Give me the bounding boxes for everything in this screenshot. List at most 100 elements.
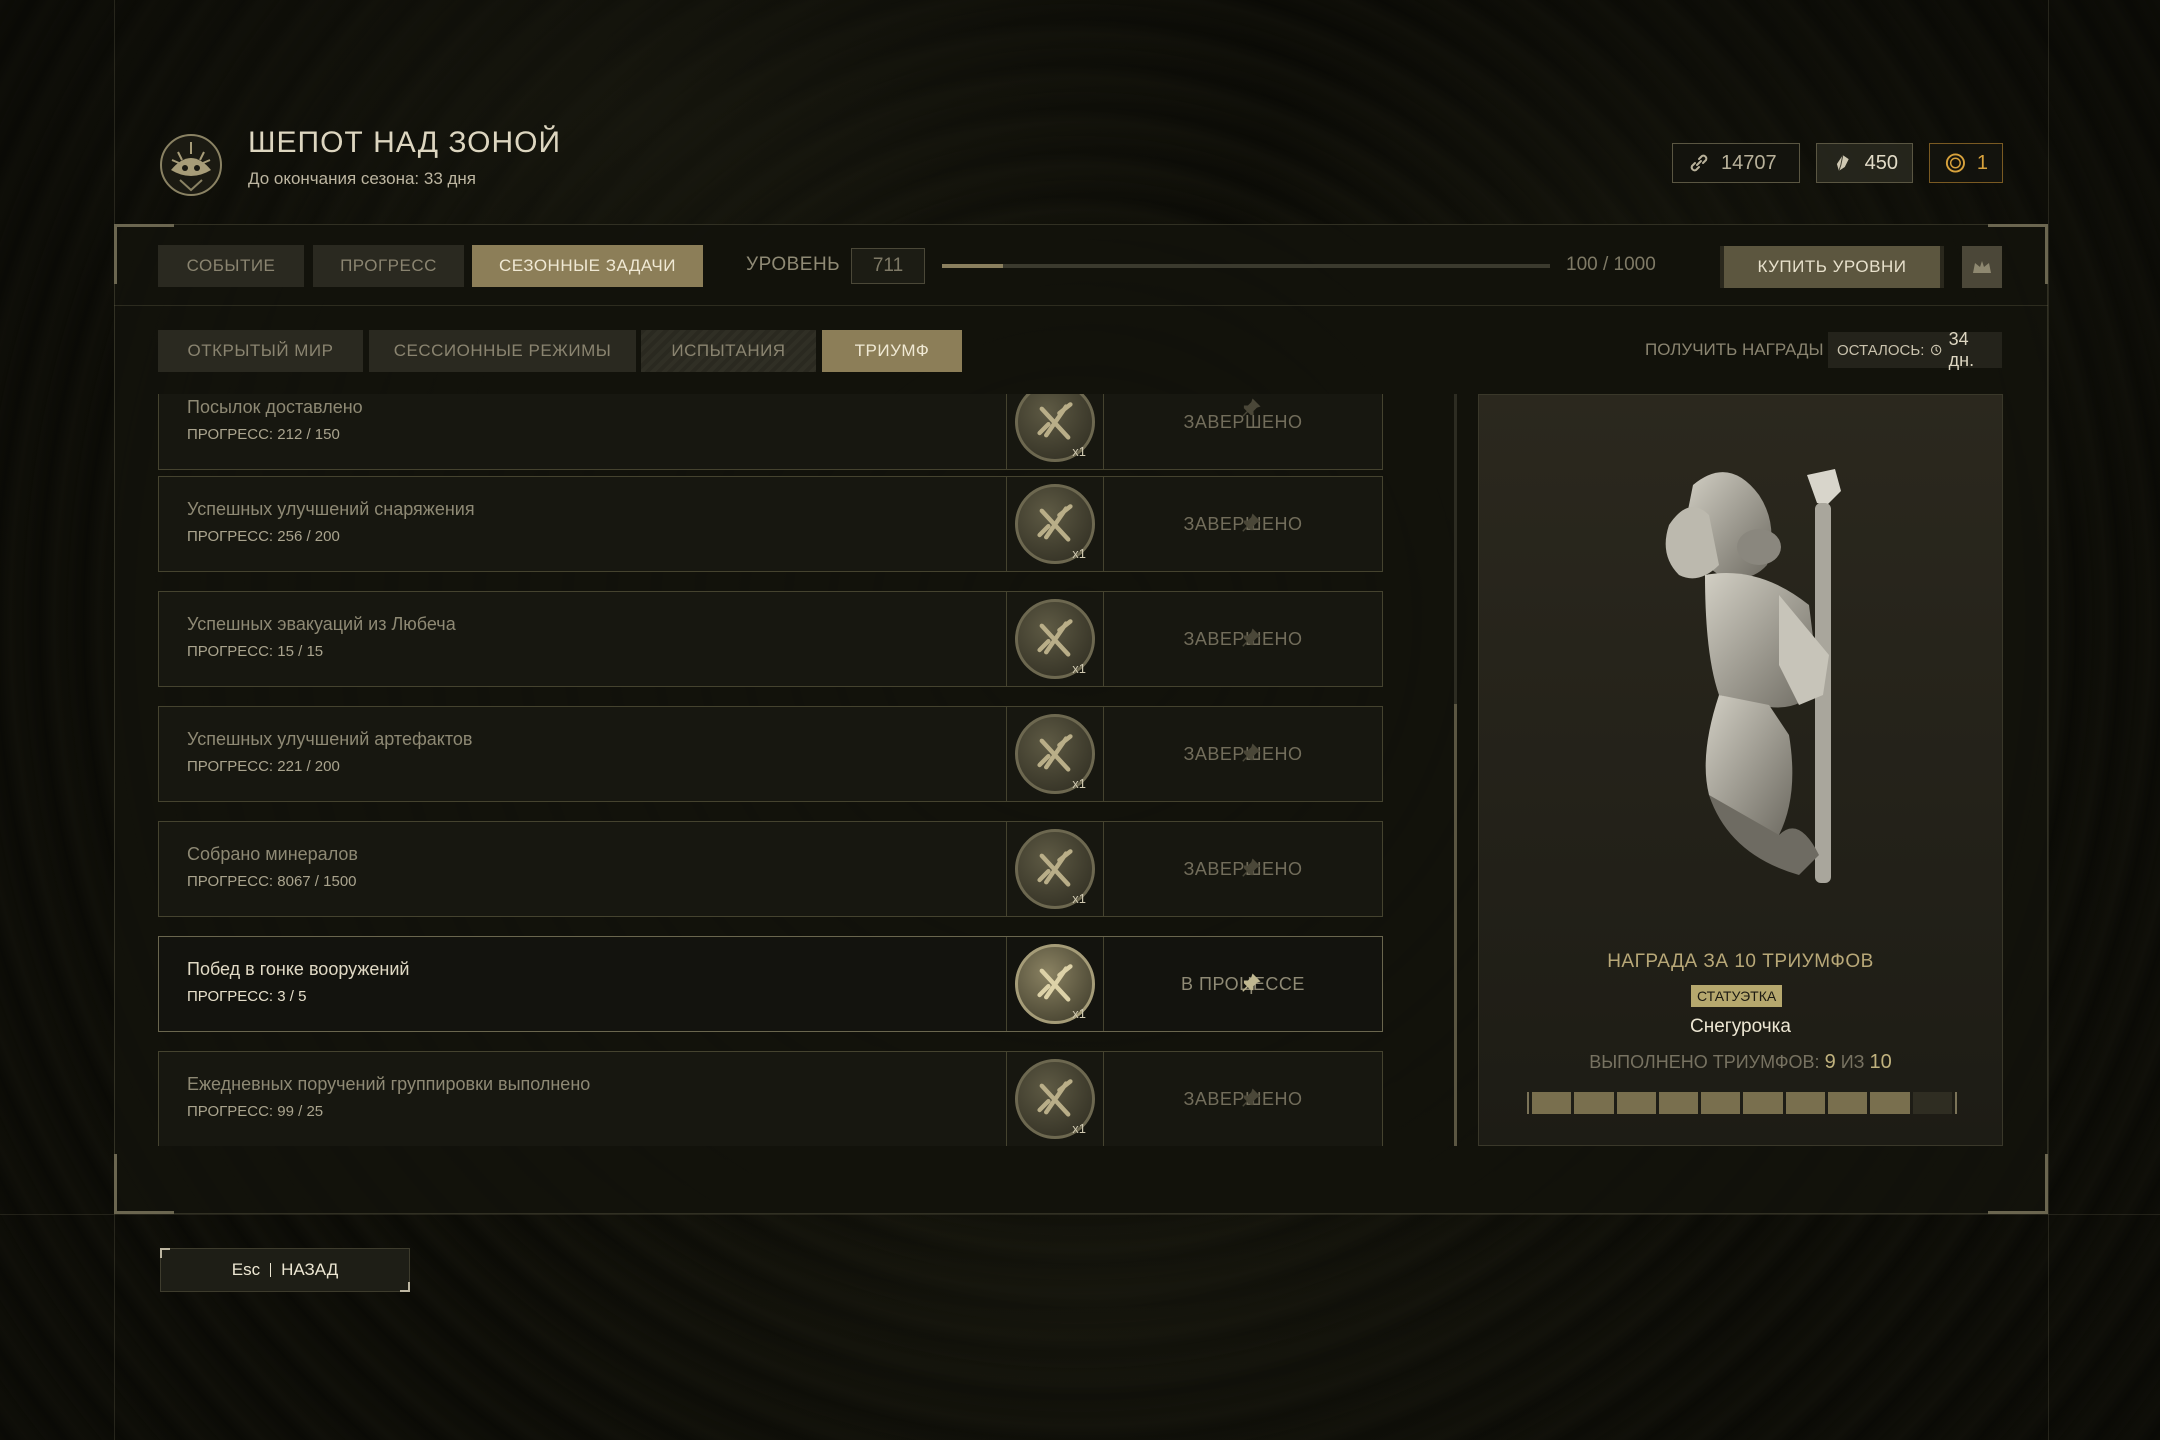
triumph-segment [1658, 1092, 1699, 1114]
currency-coin[interactable]: 1 [1929, 143, 2003, 183]
remaining-value: 34 дн. [1948, 329, 1975, 370]
panel-corner [114, 1154, 174, 1214]
reward-medal-icon: x1 [1015, 394, 1095, 462]
reward-type-badge: СТАТУЭТКА [1691, 985, 1783, 1007]
frame-line [2048, 0, 2049, 1440]
task-reward[interactable]: x1 [1006, 707, 1104, 801]
currency-link[interactable]: 14707 [1672, 143, 1800, 183]
task-progress: ПРОГРЕСС: 256 / 200 [187, 528, 340, 545]
task-name: Ежедневных поручений группировки выполне… [187, 1074, 591, 1094]
task-progress: ПРОГРЕСС: 3 / 5 [187, 988, 307, 1005]
pin-icon[interactable] [1240, 512, 1262, 534]
reward-card: НАГРАДА ЗА 10 ТРИУМФОВ СТАТУЭТКА Снегуро… [1478, 394, 2003, 1146]
task-reward[interactable]: x1 [1006, 477, 1104, 571]
remaining-label: ОСТАЛОСЬ: [1837, 341, 1925, 359]
subtab-triumph[interactable]: ТРИУМФ [822, 330, 962, 372]
subtab-open-world[interactable]: ОТКРЫТЫЙ МИР [158, 330, 363, 372]
task-row[interactable]: Успешных улучшений снаряжения ПРОГРЕСС: … [158, 476, 1383, 572]
task-reward[interactable]: x1 [1006, 822, 1104, 916]
task-row[interactable]: Собрано минералов ПРОГРЕСС: 8067 / 1500 … [158, 821, 1383, 917]
pin-icon[interactable] [1240, 742, 1262, 764]
separator [270, 1263, 272, 1277]
task-row[interactable]: Успешных эвакуаций из Любеча ПРОГРЕСС: 1… [158, 591, 1383, 687]
tab-event[interactable]: СОБЫТИЕ [158, 245, 304, 287]
level-label: УРОВЕНЬ [746, 254, 841, 275]
task-list[interactable]: Посылок доставлено ПРОГРЕСС: 212 / 150 x… [158, 394, 1383, 1146]
task-reward[interactable]: x1 [1006, 394, 1104, 469]
level-value: 711 [851, 248, 925, 284]
reward-count: x1 [1072, 1006, 1086, 1021]
get-rewards-button[interactable]: ПОЛУЧИТЬ НАГРАДЫ [1645, 340, 1824, 360]
task-list-scrollbar[interactable] [1454, 394, 1457, 1146]
reward-medal-icon: x1 [1015, 599, 1095, 679]
reward-medal-icon: x1 [1015, 1059, 1095, 1139]
triumph-segment [1785, 1092, 1826, 1114]
back-label: НАЗАД [281, 1260, 339, 1279]
back-key: Esc [231, 1260, 261, 1279]
back-button[interactable]: Esc НАЗАД [160, 1248, 410, 1292]
crystal-icon [1836, 155, 1849, 172]
tab-progress[interactable]: ПРОГРЕСС [313, 245, 464, 287]
task-row[interactable]: Побед в гонке вооружений ПРОГРЕСС: 3 / 5… [158, 936, 1383, 1032]
triumphs-done: 9 [1824, 1051, 1836, 1073]
task-name: Собрано минералов [187, 844, 358, 864]
task-row[interactable]: Успешных улучшений артефактов ПРОГРЕСС: … [158, 706, 1383, 802]
task-name: Успешных улучшений снаряжения [187, 499, 475, 519]
coin-icon [1945, 153, 1965, 173]
subtab-trials[interactable]: ИСПЫТАНИЯ [641, 330, 816, 372]
triumph-segment [1912, 1092, 1952, 1114]
time-remaining: ОСТАЛОСЬ: 34 дн. [1828, 329, 2002, 370]
task-reward[interactable]: x1 [1006, 1052, 1104, 1146]
link-icon [1690, 154, 1708, 172]
reward-count: x1 [1072, 776, 1086, 791]
task-reward[interactable]: x1 [1006, 937, 1104, 1031]
triumph-progress-segments [1527, 1092, 1957, 1114]
pin-icon[interactable] [1240, 972, 1262, 994]
reward-count: x1 [1072, 444, 1086, 459]
task-progress: ПРОГРЕСС: 221 / 200 [187, 758, 340, 775]
task-row[interactable]: Ежедневных поручений группировки выполне… [158, 1051, 1383, 1146]
task-progress: ПРОГРЕСС: 8067 / 1500 [187, 873, 357, 890]
statuette-figure-image [1665, 469, 1841, 883]
level-progress-fill [942, 264, 1003, 268]
pin-icon[interactable] [1240, 397, 1262, 419]
triumphs-total: 10 [1869, 1051, 1892, 1073]
task-row[interactable]: Посылок доставлено ПРОГРЕСС: 212 / 150 x… [158, 394, 1383, 470]
triumph-segment [1616, 1092, 1656, 1114]
triumph-segment [1574, 1092, 1614, 1114]
premium-crown-button[interactable] [1962, 246, 2002, 288]
subtab-session-modes[interactable]: СЕССИОННЫЕ РЕЖИМЫ [369, 330, 636, 372]
reward-count: x1 [1072, 1121, 1086, 1136]
task-name: Успешных улучшений артефактов [187, 729, 473, 749]
season-emblem-icon [158, 132, 224, 198]
task-progress: ПРОГРЕСС: 15 / 15 [187, 643, 324, 660]
reward-count: x1 [1072, 546, 1086, 561]
buy-levels-button[interactable]: КУПИТЬ УРОВНИ [1720, 246, 1944, 288]
pin-icon[interactable] [1240, 627, 1262, 649]
triumphs-label: ВЫПОЛНЕНО ТРИУМФОВ: [1589, 1052, 1820, 1072]
pin-icon[interactable] [1240, 1087, 1262, 1109]
task-name: Побед в гонке вооружений [187, 959, 410, 979]
task-reward[interactable]: x1 [1006, 592, 1104, 686]
task-name: Успешных эвакуаций из Любеча [187, 614, 456, 634]
level-progress-bar [942, 264, 1550, 268]
tab-season-tasks[interactable]: СЕЗОННЫЕ ЗАДАЧИ [472, 245, 703, 287]
currency-link-value: 14707 [1721, 151, 1777, 174]
triumph-segment [1828, 1092, 1868, 1114]
panel-corner [1988, 1154, 2048, 1214]
task-progress: ПРОГРЕСС: 212 / 150 [187, 426, 340, 443]
season-title: ШЕПОТ НАД ЗОНОЙ [248, 126, 562, 159]
triumph-segment [1701, 1092, 1741, 1114]
reward-title: НАГРАДА ЗА 10 ТРИУМФОВ [1607, 951, 1874, 972]
currency-crystal-value: 450 [1864, 151, 1898, 174]
reward-medal-icon: x1 [1015, 944, 1095, 1024]
level-progress-text: 100 / 1000 [1566, 254, 1656, 275]
triumphs-completed: ВЫПОЛНЕНО ТРИУМФОВ: 9 ИЗ 10 [1479, 1051, 2002, 1074]
currency-crystal[interactable]: 450 [1816, 143, 1913, 183]
currency-coin-value: 1 [1976, 151, 1988, 174]
triumph-segment [1743, 1092, 1783, 1114]
reward-medal-icon: x1 [1015, 829, 1095, 909]
reward-count: x1 [1072, 661, 1086, 676]
scrollbar-thumb[interactable] [1454, 704, 1457, 1146]
pin-icon[interactable] [1240, 857, 1262, 879]
